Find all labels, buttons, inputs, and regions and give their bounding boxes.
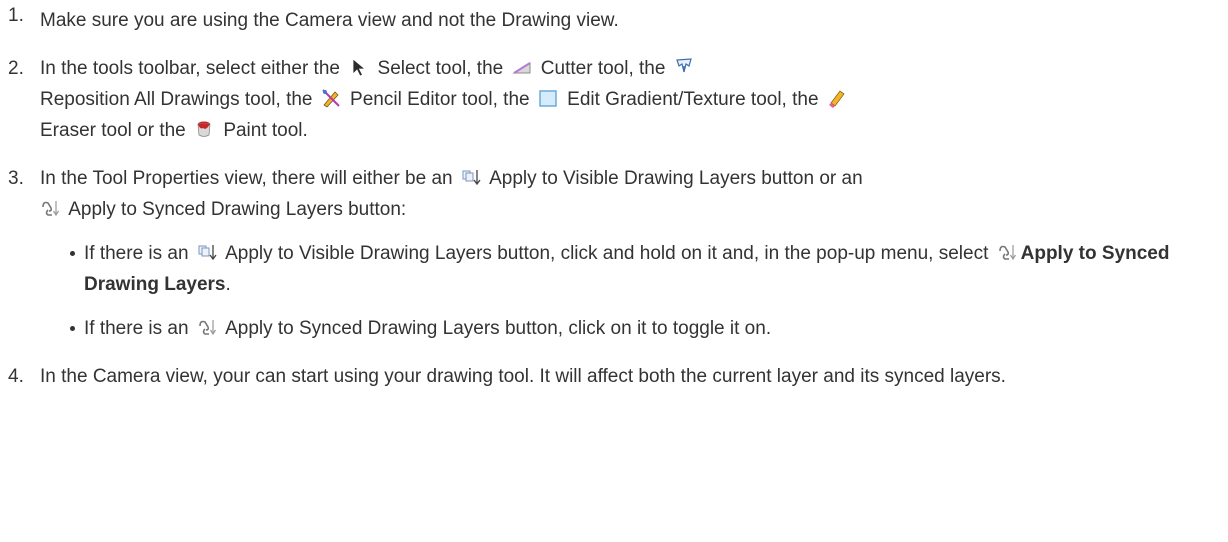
apply-to-synced-drawing-layers-icon (997, 242, 1017, 262)
select-tool-icon (348, 57, 368, 77)
edit-gradient-texture-icon (538, 88, 558, 108)
step-text: In the Tool Properties view, there will … (40, 168, 453, 189)
step-1: 1. Make sure you are using the Camera vi… (0, 0, 1228, 36)
paint-icon (194, 119, 214, 139)
step-4: 4. In the Camera view, your can start us… (0, 361, 1228, 392)
apply-to-visible-drawing-layers-icon (197, 242, 217, 262)
step-number: 3. (8, 168, 24, 189)
document: 1. Make sure you are using the Camera vi… (0, 0, 1228, 542)
pencil-editor-icon (321, 88, 341, 108)
step-text: In the tools toolbar, select either the (40, 58, 340, 79)
cutter-tool-icon (511, 57, 532, 77)
step-2: 2. In the tools toolbar, select either t… (0, 53, 1228, 146)
step-number: 2. (8, 58, 24, 79)
apply-to-synced-drawing-layers-icon (197, 317, 217, 337)
step-text: Make sure you are using the Camera view … (40, 10, 619, 31)
step-number: 4. (8, 366, 24, 387)
reposition-all-drawings-icon (674, 57, 694, 77)
step-text: In the Camera view, your can start using… (40, 366, 1006, 387)
bullet-item: If there is an Apply to Synced Drawing L… (40, 313, 1228, 344)
apply-to-synced-drawing-layers-icon (40, 198, 60, 218)
apply-to-visible-drawing-layers-icon (461, 167, 481, 187)
eraser-icon (827, 88, 847, 108)
bullet-dot (70, 251, 75, 256)
step-3: 3. In the Tool Properties view, there wi… (0, 163, 1228, 344)
steps-list: 1. Make sure you are using the Camera vi… (0, 0, 1228, 392)
step-number: 1. (8, 5, 24, 26)
bullet-dot (70, 326, 75, 331)
bullet-list: If there is an Apply to Visible Drawing … (40, 238, 1228, 344)
bullet-item: If there is an Apply to Visible Drawing … (40, 238, 1228, 300)
